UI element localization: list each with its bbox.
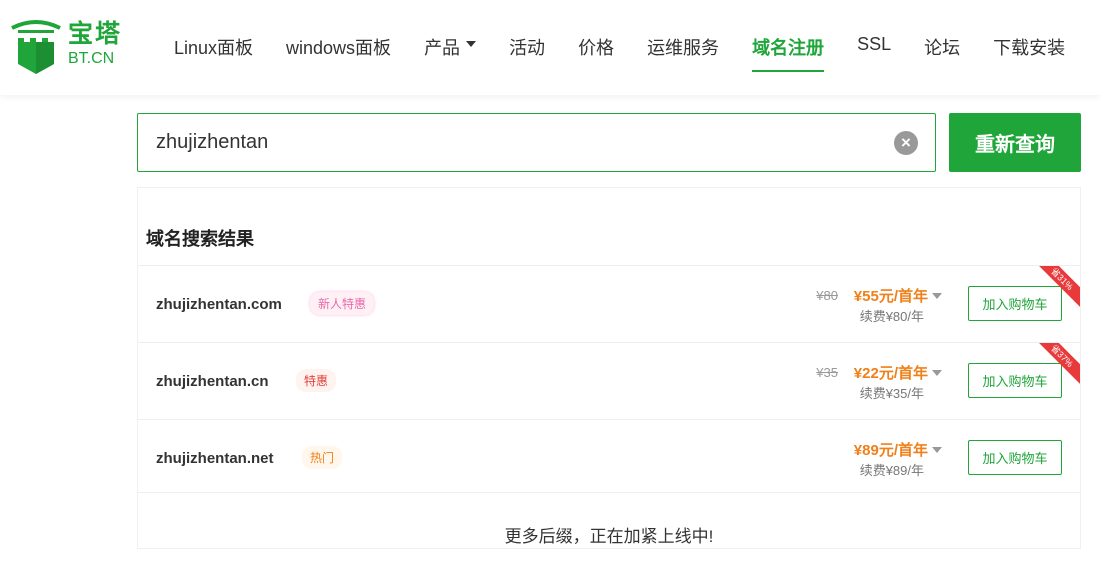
tag-badge: 热门 xyxy=(302,446,343,469)
nav-domain[interactable]: 域名注册 xyxy=(752,34,825,72)
first-year-price: ¥22元/首年 xyxy=(853,365,928,382)
domain-name: zhujizhentan.com xyxy=(156,296,282,313)
original-price: ¥80 xyxy=(816,288,838,303)
logo[interactable]: 宝塔 BT.CN xyxy=(10,14,122,76)
domain-search-input[interactable] xyxy=(138,114,878,171)
add-to-cart-button[interactable]: 加入购物车 xyxy=(968,440,1062,475)
chevron-down-icon[interactable] xyxy=(932,370,942,381)
nav-activity[interactable]: 活动 xyxy=(509,34,545,60)
results-title: 域名搜索结果 xyxy=(146,229,254,249)
tag-badge: 新人特惠 xyxy=(310,292,375,315)
nav-products[interactable]: 产品 xyxy=(424,34,477,60)
result-row: zhujizhentan.net 热门 ¥89元/首年 续费¥89/年 加入购物… xyxy=(138,419,1080,493)
nav-ssl[interactable]: SSL xyxy=(857,34,891,60)
bt-tower-logo-icon xyxy=(11,20,61,74)
domain-name: zhujizhentan.net xyxy=(156,450,274,467)
nav-ops[interactable]: 运维服务 xyxy=(647,34,719,60)
renew-price: 续费¥80/年 xyxy=(859,309,924,324)
renew-price: 续费¥35/年 xyxy=(859,386,924,401)
logo-cn: 宝塔 xyxy=(68,20,123,48)
tag-badge: 特惠 xyxy=(296,369,337,392)
nav-price[interactable]: 价格 xyxy=(578,34,614,60)
chevron-down-icon[interactable] xyxy=(932,293,942,304)
logo-en: BT.CN xyxy=(68,50,115,67)
domain-name: zhujizhentan.cn xyxy=(156,373,269,390)
add-to-cart-button[interactable]: 加入购物车 xyxy=(968,363,1062,398)
nav-forum[interactable]: 论坛 xyxy=(924,34,960,60)
nav-download[interactable]: 下载安装 xyxy=(993,34,1065,60)
nav-windows[interactable]: windows面板 xyxy=(286,34,391,60)
clear-icon[interactable]: × xyxy=(894,131,918,155)
result-row: zhujizhentan.cn 特惠 ¥35 ¥22元/首年 续费¥35/年 加… xyxy=(138,342,1080,419)
first-year-price: ¥89元/首年 xyxy=(853,442,928,459)
search-box: × xyxy=(137,113,936,172)
nav-linux[interactable]: Linux面板 xyxy=(174,34,253,60)
more-suffixes-note: 更多后缀，正在加紧上线中! xyxy=(504,527,714,546)
main-nav: Linux面板 windows面板 产品 活动 价格 运维服务 域名注册 SSL… xyxy=(174,34,1098,72)
add-to-cart-button[interactable]: 加入购物车 xyxy=(968,286,1062,321)
search-again-button[interactable]: 重新查询 xyxy=(949,113,1081,172)
header: 宝塔 BT.CN Linux面板 windows面板 产品 活动 价格 运维服务… xyxy=(0,0,1101,95)
first-year-price: ¥55元/首年 xyxy=(853,288,928,305)
original-price: ¥35 xyxy=(816,365,838,380)
chevron-down-icon xyxy=(466,41,477,52)
result-row: zhujizhentan.com 新人特惠 ¥80 ¥55元/首年 续费¥80/… xyxy=(138,265,1080,342)
nav-products-label: 产品 xyxy=(424,38,461,58)
renew-price: 续费¥89/年 xyxy=(859,463,924,478)
results-panel: 域名搜索结果 zhujizhentan.com 新人特惠 ¥80 ¥55元/首年… xyxy=(137,187,1081,549)
chevron-down-icon[interactable] xyxy=(932,447,942,458)
